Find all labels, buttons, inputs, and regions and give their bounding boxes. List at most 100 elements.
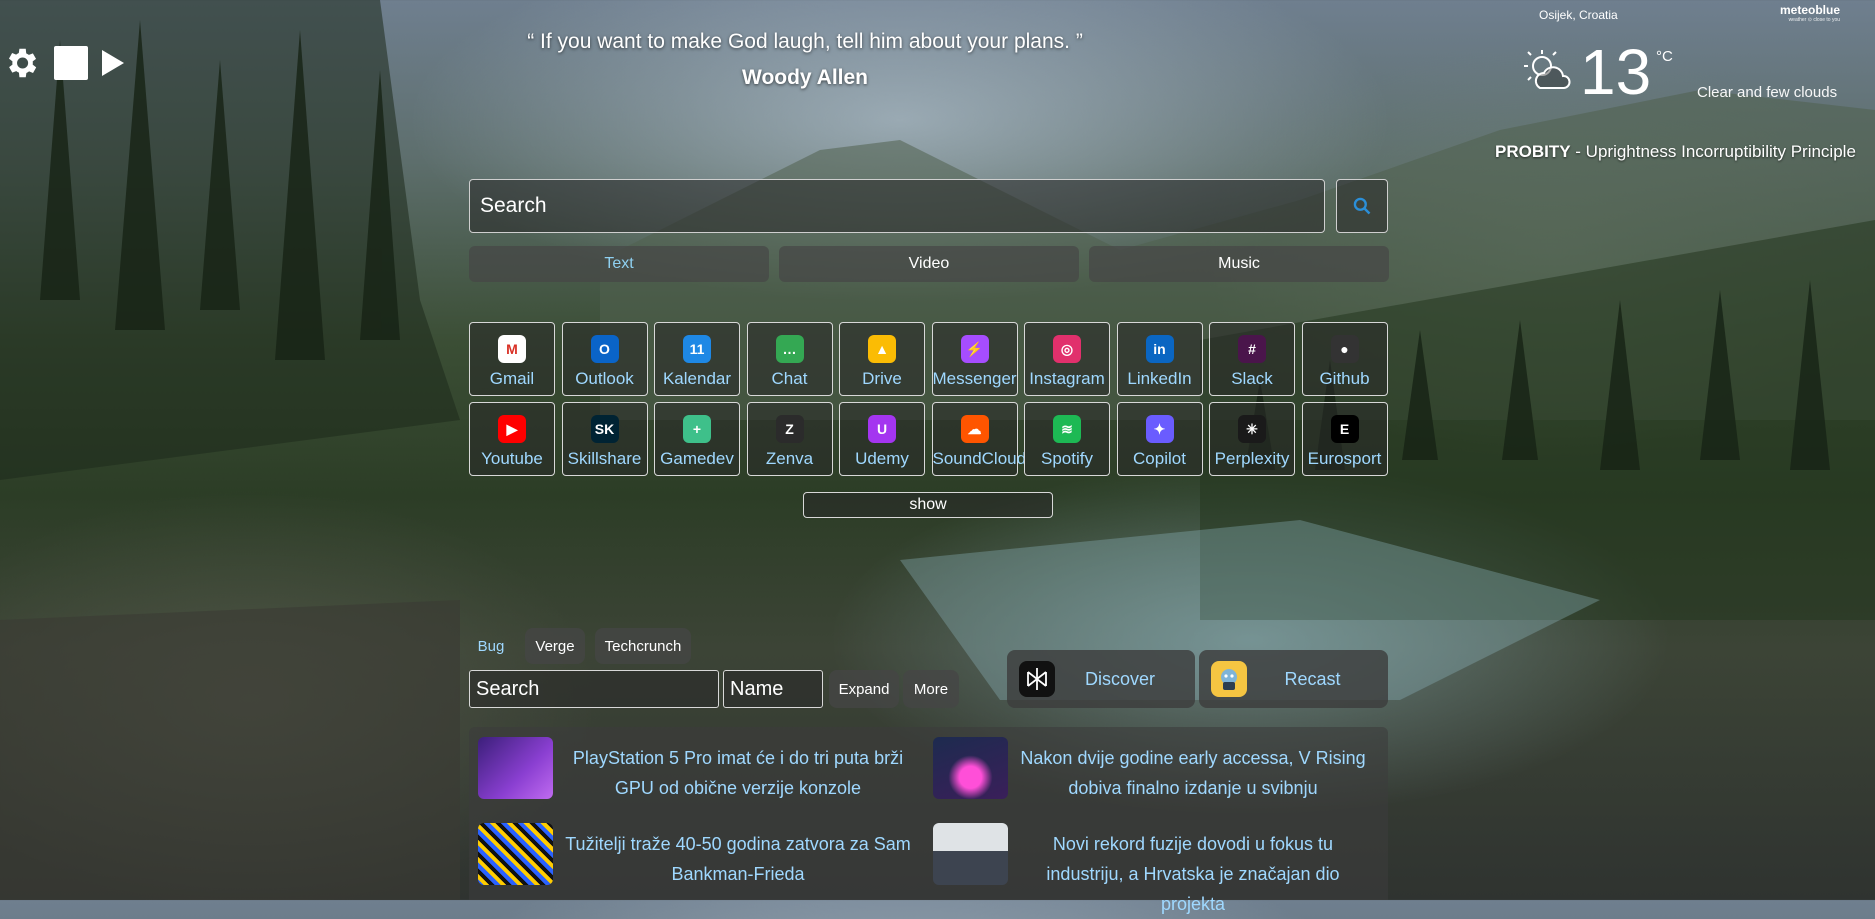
search-icon [1353,197,1371,215]
news-source-bug[interactable]: Bug [469,628,513,664]
discover-label: Discover [1084,668,1155,689]
app-label: Gamedev [660,449,734,468]
news-article[interactable]: Nakon dvije godine early accessa, V Risi… [924,727,1374,799]
linkedin-icon: in [1145,335,1174,363]
app-tile-zenva[interactable]: Z Zenva [746,402,833,476]
quote-author: Woody Allen [742,66,868,89]
perplexity-icon [1019,661,1055,697]
article-title: Nakon dvije godine early accessa, V Risi… [1020,748,1366,798]
show-button[interactable]: show [803,492,1053,518]
app-tile-outlook[interactable]: O Outlook [561,322,648,396]
app-tile-udemy[interactable]: U Udemy [839,402,925,476]
app-tile-skillshare[interactable]: SK Skillshare [561,402,648,476]
news-source-verge[interactable]: Verge [525,628,585,664]
app-tile-copilot[interactable]: ✦ Copilot [1116,402,1203,476]
weather-condition: Clear and few clouds [1697,84,1838,101]
news-source-techcrunch[interactable]: Techcrunch [595,628,691,664]
article-title: Novi rekord fuzije dovodi u fokus tu ind… [1046,834,1340,914]
tab-video[interactable]: Video [779,246,1079,282]
app-label: Outlook [575,369,634,388]
app-tile-soundcloud[interactable]: ☁ SoundCloud [931,402,1027,476]
article-thumbnail [478,737,553,799]
sun-cloud-icon [1522,48,1574,99]
motto-word: PROBITY [1495,142,1571,161]
app-label: Kalendar [662,369,732,388]
recast-label: Recast [1284,668,1341,689]
outlook-icon: O [590,335,619,363]
gear-icon[interactable] [2,44,40,82]
news-article[interactable]: Novi rekord fuzije dovodi u fokus tu ind… [924,813,1374,914]
news-name-input[interactable] [723,670,823,708]
app-tile-spotify[interactable]: ≋ Spotify [1024,402,1110,476]
github-icon: ● [1330,335,1359,363]
app-tile-perplexity[interactable]: ✳ Perplexity [1209,402,1295,476]
messenger-icon: ⚡ [960,335,989,363]
app-tile-messenger[interactable]: ⚡ Messenger [931,322,1018,396]
app-tile-youtube[interactable]: ▶ Youtube [469,402,555,476]
skillshare-icon: SK [590,415,619,443]
zenva-icon: Z [775,415,804,443]
app-label: Messenger [932,369,1017,388]
weather-location[interactable]: Osijek, Croatia [1539,8,1618,22]
article-thumbnail [478,823,553,885]
app-tile-linkedin[interactable]: in LinkedIn [1116,322,1203,396]
app-tile-chat[interactable]: … Chat [746,322,833,396]
app-label: SoundCloud [932,449,1027,468]
app-label: Zenva [765,449,814,468]
perplexity-icon: ✳ [1238,415,1266,443]
eurosport-icon: E [1330,415,1359,443]
article-title: Tužitelji traže 40-50 godina zatvora za … [565,834,911,884]
app-label: Gmail [489,369,535,388]
udemy-icon: U [868,415,896,443]
tab-text[interactable]: Text [469,246,769,282]
youtube-icon: ▶ [498,415,526,443]
article-thumbnail [933,737,1008,799]
article-title: PlayStation 5 Pro imat će i do tri puta … [572,748,904,798]
app-tile-drive[interactable]: ▲ Drive [839,322,925,396]
app-tile-kalendar[interactable]: 11 Kalendar [654,322,740,396]
expand-button[interactable]: Expand [829,670,899,708]
app-label: Spotify [1041,449,1093,468]
meteoblue-logo[interactable]: meteoblue weather ⊙ close to you [1780,3,1840,23]
article-thumbnail [933,823,1008,885]
app-label: Copilot [1133,449,1186,468]
app-tile-gmail[interactable]: M Gmail [469,322,555,396]
brand-tagline: weather ⊙ close to you [1788,17,1841,23]
soundcloud-icon: ☁ [960,415,989,443]
app-tile-slack[interactable]: # Slack [1209,322,1295,396]
news-feed: PlayStation 5 Pro imat će i do tri puta … [469,727,1388,914]
app-tile-github[interactable]: ● Github [1301,322,1388,396]
quote-text: “ If you want to make God laugh, tell hi… [527,30,1083,53]
news-article[interactable]: Tužitelji traže 40-50 godina zatvora za … [469,813,919,885]
gamedev-icon: + [683,415,711,443]
app-tile-instagram[interactable]: ◎ Instagram [1024,322,1110,396]
play-icon[interactable] [102,50,124,76]
app-tile-eurosport[interactable]: E Eurosport [1301,402,1388,476]
copilot-icon: ✦ [1145,415,1174,443]
tab-music[interactable]: Music [1089,246,1389,282]
gmail-icon: M [498,335,526,363]
more-button[interactable]: More [903,670,959,708]
search-button[interactable] [1336,179,1388,233]
app-tile-gamedev[interactable]: + Gamedev [654,402,740,476]
motto: PROBITY - Uprightness Incorruptibility P… [1495,142,1856,162]
app-label: Udemy [855,449,909,468]
discover-button[interactable]: Discover [1007,650,1195,708]
stop-icon[interactable] [54,46,88,80]
news-article[interactable]: PlayStation 5 Pro imat će i do tri puta … [469,727,919,799]
app-label: Drive [862,369,902,388]
quote-block: “ If you want to make God laugh, tell hi… [470,30,1140,90]
instagram-icon: ◎ [1053,335,1081,363]
search-input[interactable] [469,179,1325,233]
temperature: 13 [1580,36,1652,108]
drive-icon: ▲ [868,335,896,363]
slideshow-controls [2,44,124,82]
motto-rest: - Uprightness Incorruptibility Principle [1570,142,1856,161]
news-search-input[interactable] [469,670,719,708]
brand-name: meteoblue [1780,3,1841,17]
recast-icon [1211,661,1247,697]
recast-button[interactable]: Recast [1199,650,1388,708]
spotify-icon: ≋ [1053,415,1081,443]
app-label: Youtube [481,449,543,468]
app-label: Skillshare [567,449,642,468]
